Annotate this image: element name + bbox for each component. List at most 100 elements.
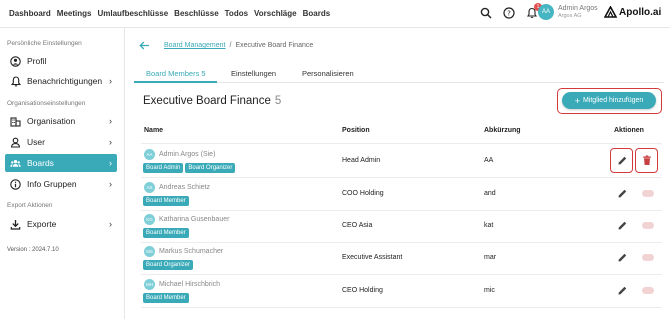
page-title: Executive Board Finance 5: [143, 95, 281, 107]
sidebar-item-profil[interactable]: Profil: [5, 52, 117, 70]
active-tab-indicator: [134, 81, 217, 83]
sidebar-item-label: Organisation: [27, 116, 76, 126]
sidebar-item-info-gruppen[interactable]: Info Gruppen ›: [5, 175, 117, 193]
column-header-aktionen: Aktionen: [614, 127, 644, 134]
section-personal-settings: Persönliche Einstellungen: [7, 40, 82, 47]
row-avatar: AS: [144, 182, 155, 193]
help-icon[interactable]: ?: [502, 6, 516, 20]
sidebar-item-label: Benachrichtigungen: [27, 76, 103, 86]
download-icon: [10, 219, 21, 230]
member-name: Markus Schumacher: [159, 248, 224, 255]
sidebar-item-boards[interactable]: Boards ›: [5, 154, 117, 172]
member-toggle[interactable]: [642, 190, 654, 197]
row-avatar: AA: [144, 149, 155, 160]
member-position: CEO Holding: [342, 287, 383, 294]
member-abbreviation: mar: [484, 254, 497, 261]
building-icon: [10, 116, 21, 127]
delete-trash-icon[interactable]: [640, 153, 654, 167]
breadcrumb-link-board-management[interactable]: Board Management: [164, 42, 225, 49]
sidebar-item-label: Boards: [27, 158, 54, 168]
avatar: AA: [538, 4, 554, 20]
chevron-right-icon: ›: [109, 179, 112, 189]
user-company: Argos AG: [558, 12, 582, 19]
nav-vorschlaege[interactable]: Vorschläge: [254, 9, 297, 18]
row-divider: [141, 307, 662, 308]
member-name: Katharina Gusenbauer: [159, 216, 230, 223]
notification-bell-icon[interactable]: 1: [525, 3, 542, 20]
nav-meetings[interactable]: Meetings: [57, 9, 92, 18]
add-member-highlight: + Mitglied hinzufügen: [557, 88, 662, 114]
user-name: Admin Argos: [558, 4, 598, 12]
member-toggle[interactable]: [642, 287, 654, 294]
edit-pencil-icon[interactable]: [615, 218, 629, 232]
sidebar-item-exporte[interactable]: Exporte ›: [5, 215, 117, 233]
tab-personalisieren[interactable]: Personalisieren: [302, 69, 354, 78]
bell-icon: [10, 75, 21, 87]
member-name: Andreas Schietz: [159, 184, 210, 191]
tabs: Board Members 5 Einstellungen Personalis…: [134, 63, 664, 83]
chevron-right-icon: ›: [109, 158, 112, 168]
table-row-name: AA Admin Argos (Sie): [144, 149, 215, 160]
row-avatar: MH: [144, 279, 155, 290]
nav-umlaufbeschluesse[interactable]: Umlaufbeschlüsse: [97, 9, 168, 18]
chevron-right-icon: ›: [109, 137, 112, 147]
member-abbreviation: mic: [484, 287, 495, 294]
nav-todos[interactable]: Todos: [225, 9, 248, 18]
group-icon: [10, 158, 21, 169]
role-tag: Board Member: [143, 293, 189, 303]
nav-beschluesse[interactable]: Beschlüsse: [174, 9, 218, 18]
role-tag: Board Organizer: [185, 163, 236, 173]
chevron-right-icon: ›: [109, 219, 112, 229]
role-tags: Board Member: [143, 293, 189, 303]
edit-pencil-icon[interactable]: [615, 153, 629, 167]
svg-text:?: ?: [507, 9, 511, 17]
user-circle-icon: [10, 55, 21, 67]
member-abbreviation: AA: [484, 157, 494, 164]
edit-pencil-icon[interactable]: [615, 283, 629, 297]
top-icons: ? 1: [479, 3, 542, 20]
nav-boards[interactable]: Boards: [303, 9, 331, 18]
role-tags: Board Member: [143, 228, 189, 238]
column-header-abkuerzung: Abkürzung: [484, 127, 521, 134]
table-row-name: MS Markus Schumacher: [144, 246, 223, 257]
tab-einstellungen[interactable]: Einstellungen: [231, 69, 276, 78]
plus-icon: +: [574, 95, 580, 106]
role-tags: Board Member: [143, 196, 189, 206]
role-tag: Board Admin: [143, 163, 184, 173]
nav-dashboard[interactable]: Dashboard: [9, 9, 51, 18]
chevron-right-icon: ›: [109, 116, 112, 126]
add-member-button[interactable]: + Mitglied hinzufügen: [562, 92, 656, 109]
role-tag: Board Member: [143, 196, 189, 206]
main-nav: Dashboard Meetings Umlaufbeschlüsse Besc…: [9, 9, 330, 18]
role-tags: Board Organizer: [143, 260, 194, 270]
edit-pencil-icon[interactable]: [615, 250, 629, 264]
sidebar-item-organisation[interactable]: Organisation ›: [5, 112, 117, 130]
role-tag: Board Member: [143, 228, 189, 238]
info-icon: [10, 178, 21, 190]
member-abbreviation: kat: [484, 222, 494, 229]
member-toggle[interactable]: [642, 222, 654, 229]
add-member-label: Mitglied hinzufügen: [582, 97, 644, 104]
row-avatar: KG: [144, 214, 155, 225]
apollo-logo[interactable]: Apollo.ai: [604, 6, 661, 18]
member-position: CEO Asia: [342, 222, 373, 229]
tab-board-members[interactable]: Board Members 5: [146, 69, 206, 78]
member-toggle[interactable]: [642, 254, 654, 261]
sidebar-item-label: User: [27, 137, 45, 147]
edit-pencil-icon[interactable]: [615, 186, 629, 200]
chevron-right-icon: ›: [109, 76, 112, 86]
row-divider: [141, 210, 662, 211]
member-position: Head Admin: [342, 157, 381, 164]
row-avatar: MS: [144, 246, 155, 257]
logo-text: Apollo.ai: [619, 6, 662, 18]
user-info: Admin Argos Argos AG: [558, 5, 598, 20]
header-divider: [141, 143, 662, 144]
member-abbreviation: and: [484, 190, 496, 197]
back-arrow-icon[interactable]: [139, 41, 150, 50]
user-menu[interactable]: AA Admin Argos Argos AG: [538, 4, 598, 20]
table-row-name: KG Katharina Gusenbauer: [144, 214, 229, 225]
sidebar-item-benachrichtigungen[interactable]: Benachrichtigungen ›: [5, 72, 117, 90]
sidebar-item-user[interactable]: User ›: [5, 133, 117, 151]
search-icon[interactable]: [479, 6, 493, 20]
column-header-position: Position: [342, 127, 370, 134]
